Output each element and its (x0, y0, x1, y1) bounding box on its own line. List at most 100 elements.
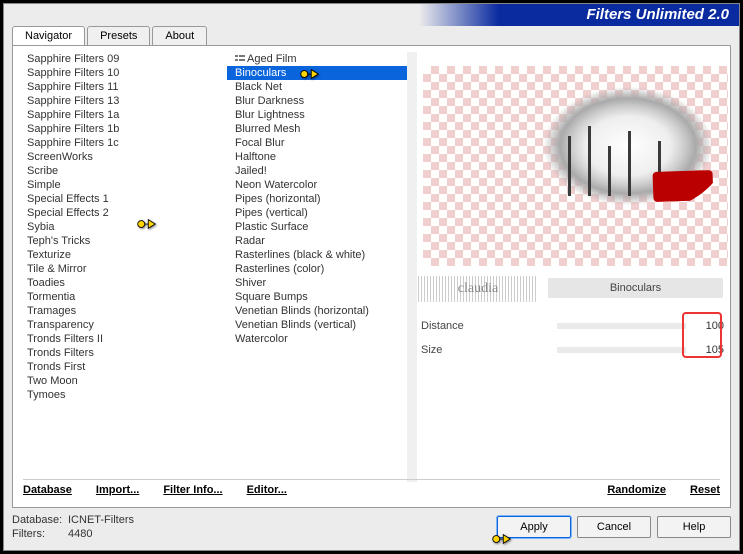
category-item[interactable]: Sapphire Filters 10 (19, 66, 204, 80)
scrollbar[interactable] (407, 52, 417, 482)
filter-item-label: Square Bumps (235, 291, 308, 303)
filter-item-label: Rasterlines (color) (235, 263, 324, 275)
category-item[interactable]: Scribe (19, 164, 204, 178)
filter-item-label: Aged Film (247, 53, 297, 65)
filter-item-label: Blur Lightness (235, 109, 305, 121)
help-button[interactable]: Help (657, 516, 731, 538)
category-item[interactable]: Sapphire Filters 1a (19, 108, 204, 122)
category-item[interactable]: Toadies (19, 276, 204, 290)
category-item[interactable]: Tormentia (19, 290, 204, 304)
filter-item-label: Venetian Blinds (vertical) (235, 319, 356, 331)
filter-item[interactable]: Rasterlines (color) (227, 262, 407, 276)
filter-item-label: Venetian Blinds (horizontal) (235, 305, 369, 317)
filter-item-label: Black Net (235, 81, 282, 93)
filter-item-icon (235, 54, 245, 64)
filter-item[interactable]: Blur Lightness (227, 108, 407, 122)
link-database[interactable]: Database (23, 484, 72, 501)
parameters-panel: Distance 100 Size 105 (421, 314, 724, 362)
apply-button[interactable]: Apply (497, 516, 571, 538)
category-item[interactable]: Sapphire Filters 09 (19, 52, 204, 66)
current-filter-label: Binoculars (548, 278, 723, 298)
tab-content: Sapphire Filters 09Sapphire Filters 10Sa… (12, 45, 731, 508)
footer-info: Database:ICNET-Filters Filters:4480 (12, 513, 134, 541)
category-item[interactable]: Texturize (19, 248, 204, 262)
filter-item[interactable]: Watercolor (227, 332, 407, 346)
tab-presets[interactable]: Presets (87, 26, 150, 45)
category-item[interactable]: Sapphire Filters 1c (19, 136, 204, 150)
category-item[interactable]: Sapphire Filters 1b (19, 122, 204, 136)
filter-item-label: Blurred Mesh (235, 123, 300, 135)
param-slider-distance[interactable] (557, 323, 686, 329)
filter-item-label: Focal Blur (235, 137, 285, 149)
filter-item[interactable]: Halftone (227, 150, 407, 164)
filter-item[interactable]: Radar (227, 234, 407, 248)
filter-item-label: Rasterlines (black & white) (235, 249, 365, 261)
preview-area (423, 66, 728, 266)
filter-item-label: Pipes (horizontal) (235, 193, 321, 205)
category-list[interactable]: Sapphire Filters 09Sapphire Filters 10Sa… (19, 52, 204, 475)
param-label-size: Size (421, 344, 551, 356)
filter-item[interactable]: Rasterlines (black & white) (227, 248, 407, 262)
filter-item-label: Jailed! (235, 165, 267, 177)
category-item[interactable]: Simple (19, 178, 204, 192)
filter-item-label: Halftone (235, 151, 276, 163)
category-item[interactable]: Transparency (19, 318, 204, 332)
filter-item[interactable]: Blur Darkness (227, 94, 407, 108)
tab-bar: Navigator Presets About (12, 26, 209, 45)
filter-item[interactable]: Square Bumps (227, 290, 407, 304)
category-item[interactable]: Tramages (19, 304, 204, 318)
filter-item-label: Plastic Surface (235, 221, 308, 233)
filter-item-label: Radar (235, 235, 265, 247)
filter-item[interactable]: Aged Film (227, 52, 407, 66)
link-reset[interactable]: Reset (690, 484, 720, 501)
footer-db-value: ICNET-Filters (68, 514, 134, 526)
category-item[interactable]: Sapphire Filters 13 (19, 94, 204, 108)
filter-item[interactable]: Venetian Blinds (horizontal) (227, 304, 407, 318)
bottom-links: Database Import... Filter Info... Editor… (23, 479, 720, 501)
link-import[interactable]: Import... (96, 484, 139, 501)
link-randomize[interactable]: Randomize (607, 484, 666, 501)
dialog: Filters Unlimited 2.0 Navigator Presets … (3, 3, 740, 551)
filter-item[interactable]: Black Net (227, 80, 407, 94)
category-item[interactable]: Tymoes (19, 388, 204, 402)
filter-item[interactable]: Venetian Blinds (vertical) (227, 318, 407, 332)
category-item[interactable]: Special Effects 1 (19, 192, 204, 206)
category-item[interactable]: Teph's Tricks (19, 234, 204, 248)
filter-item[interactable]: Shiver (227, 276, 407, 290)
filter-item[interactable]: Neon Watercolor (227, 178, 407, 192)
param-slider-size[interactable] (557, 347, 686, 353)
category-item[interactable]: Sybia (19, 220, 204, 234)
category-item[interactable]: Tronds First (19, 360, 204, 374)
category-item[interactable]: Special Effects 2 (19, 206, 204, 220)
filter-item[interactable]: Binoculars (227, 66, 407, 80)
category-item[interactable]: Tronds Filters II (19, 332, 204, 346)
filter-item[interactable]: Jailed! (227, 164, 407, 178)
footer-filters-label: Filters: (12, 527, 68, 541)
highlight-param-values (682, 312, 722, 358)
filter-item[interactable]: Focal Blur (227, 136, 407, 150)
filter-item-label: Shiver (235, 277, 266, 289)
filter-item[interactable]: Blurred Mesh (227, 122, 407, 136)
tab-navigator[interactable]: Navigator (12, 26, 85, 45)
filter-item-label: Watercolor (235, 333, 288, 345)
watermark: claudia (418, 276, 538, 302)
category-item[interactable]: Tronds Filters (19, 346, 204, 360)
filter-list[interactable]: Aged FilmBinocularsBlack Net Blur Darknes… (227, 52, 407, 475)
tab-about[interactable]: About (152, 26, 207, 45)
footer: Database:ICNET-Filters Filters:4480 Appl… (12, 510, 731, 544)
cancel-button[interactable]: Cancel (577, 516, 651, 538)
filter-item-label: Blur Darkness (235, 95, 304, 107)
app-title: Filters Unlimited 2.0 (419, 4, 739, 26)
preview-image (528, 76, 728, 216)
category-item[interactable]: ScreenWorks (19, 150, 204, 164)
link-filter-info[interactable]: Filter Info... (163, 484, 222, 501)
filter-item[interactable]: Pipes (vertical) (227, 206, 407, 220)
category-item[interactable]: Two Moon (19, 374, 204, 388)
filter-item[interactable]: Plastic Surface (227, 220, 407, 234)
link-editor[interactable]: Editor... (247, 484, 287, 501)
category-item[interactable]: Sapphire Filters 11 (19, 80, 204, 94)
filter-item[interactable]: Pipes (horizontal) (227, 192, 407, 206)
footer-filters-value: 4480 (68, 528, 92, 540)
category-item[interactable]: Tile & Mirror (19, 262, 204, 276)
footer-db-label: Database: (12, 513, 68, 527)
